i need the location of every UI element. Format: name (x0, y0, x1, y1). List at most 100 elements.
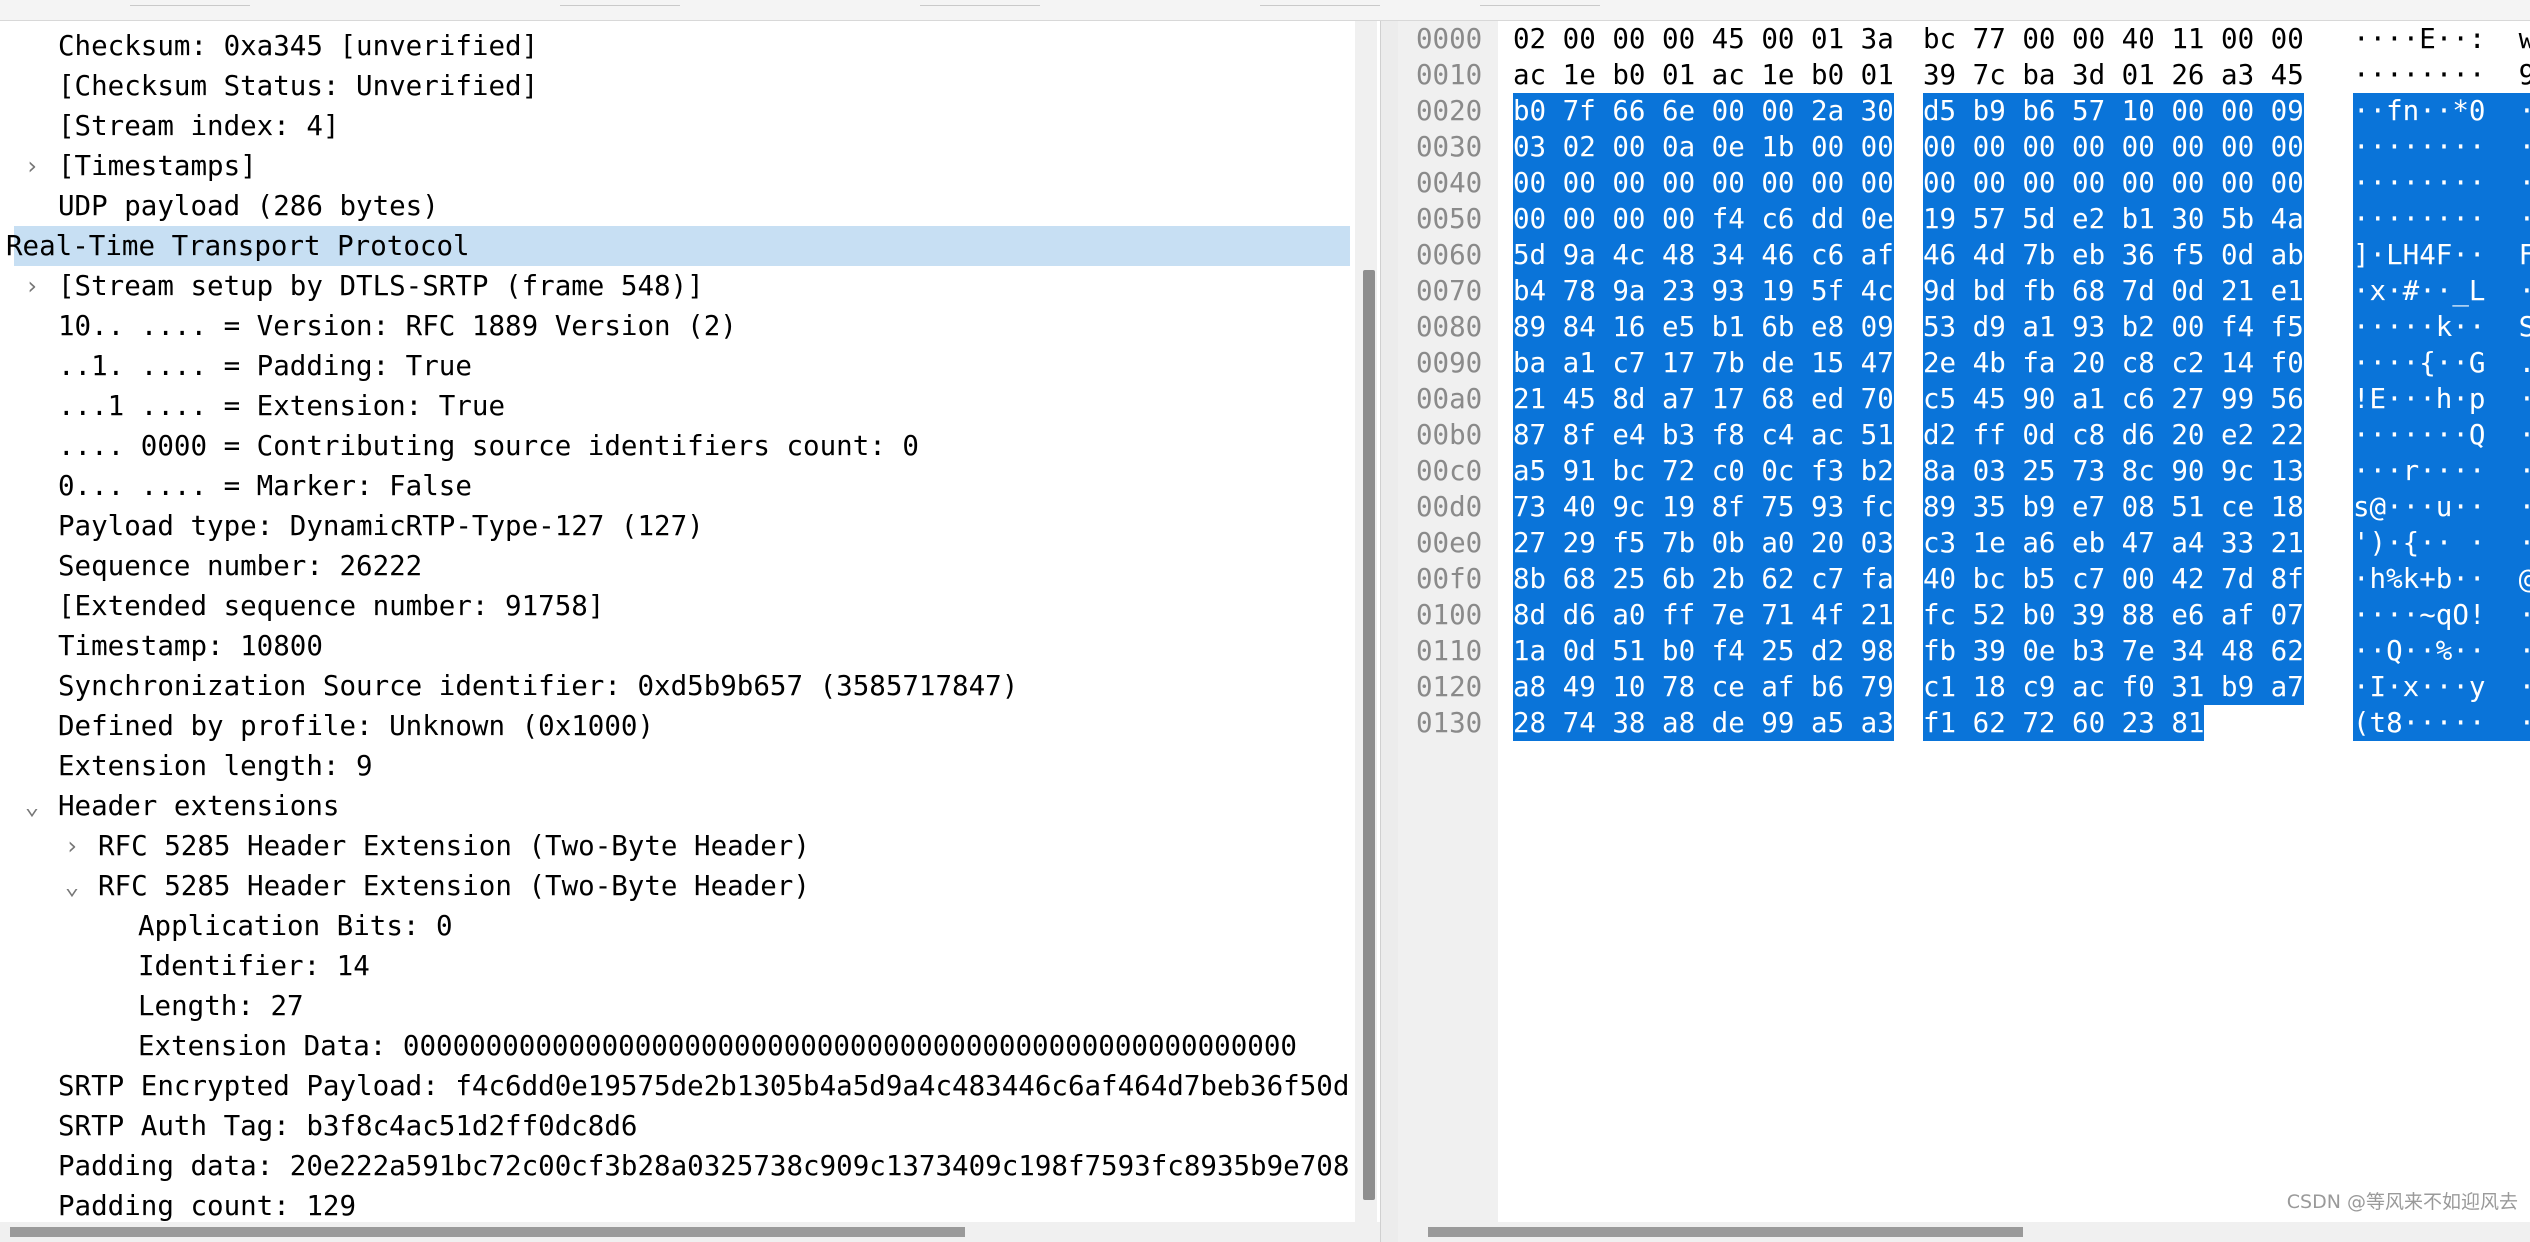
hex-bytes-second-half[interactable]: 89 35 b9 e7 08 51 ce 18 (1923, 489, 2304, 525)
hex-row[interactable]: 0040 00 00 00 00 00 00 00 00 00 00 00 00 0… (1398, 165, 2530, 201)
expand-arrow-icon[interactable]: › (22, 266, 42, 306)
hex-bytes-second-half[interactable]: d2 ff 0d c8 d6 20 e2 22 (1923, 417, 2304, 453)
hex-bytes-second-half[interactable]: 40 bc b5 c7 00 42 7d 8f (1923, 561, 2304, 597)
expand-arrow-icon[interactable]: › (62, 826, 82, 866)
hex-bytes-second-half[interactable]: 53 d9 a1 93 b2 00 f4 f5 (1923, 309, 2304, 345)
hex-row[interactable]: 0010 ac 1e b0 01 ac 1e b0 01 39 7c ba 3d 0… (1398, 57, 2530, 93)
hex-row[interactable]: 0110 1a 0d 51 b0 f4 25 d2 98 fb 39 0e b3 7… (1398, 633, 2530, 669)
ascii-dump[interactable]: ····E··: w (2353, 21, 2530, 57)
hex-bytes-second-half[interactable]: 00 00 00 00 00 00 00 00 (1923, 165, 2304, 201)
hex-bytes-second-half[interactable]: 46 4d 7b eb 36 f5 0d ab (1923, 237, 2304, 273)
hex-bytes-first-half[interactable]: 8b 68 25 6b 2b 62 c7 fa (1513, 561, 1894, 597)
hex-offset: 00e0 (1416, 527, 1483, 559)
hex-bytes-second-half[interactable]: 8a 03 25 73 8c 90 9c 13 (1923, 453, 2304, 489)
hex-bytes-second-half[interactable]: 9d bd fb 68 7d 0d 21 e1 (1923, 273, 2304, 309)
hex-offset: 0030 (1416, 131, 1483, 163)
hex-bytes-second-half[interactable]: c1 18 c9 ac f0 31 b9 a7 (1923, 669, 2304, 705)
packet-details-pane[interactable]: Checksum: 0xa345 [unverified] [Checksum S… (0, 21, 1350, 1222)
ascii-dump[interactable]: ········ ·· (2353, 129, 2530, 165)
hex-bytes-first-half[interactable]: 89 84 16 e5 b1 6b e8 09 (1513, 309, 1894, 345)
hex-bytes-first-half[interactable]: 8d d6 a0 ff 7e 71 4f 21 (1513, 597, 1894, 633)
ascii-dump[interactable]: ···r···· ·· (2353, 453, 2530, 489)
hex-bytes-second-half[interactable]: 00 00 00 00 00 00 00 00 (1923, 129, 2304, 165)
expand-arrow-icon[interactable]: › (22, 146, 42, 186)
hex-bytes-second-half[interactable]: f1 62 72 60 23 81 (1923, 705, 2205, 741)
hex-bytes-first-half[interactable]: a5 91 bc 72 c0 0c f3 b2 (1513, 453, 1894, 489)
details-hscroll-thumb[interactable] (10, 1227, 965, 1237)
hex-bytes-first-half[interactable]: 73 40 9c 19 8f 75 93 fc (1513, 489, 1894, 525)
pane-splitter[interactable] (1380, 21, 1400, 1242)
ascii-dump[interactable]: ··Q··%·· ·9 (2353, 633, 2530, 669)
hex-row[interactable]: 0050 00 00 00 00 f4 c6 dd 0e 19 57 5d e2 b… (1398, 201, 2530, 237)
hex-row[interactable]: 0030 03 02 00 0a 0e 1b 00 00 00 00 00 00 0… (1398, 129, 2530, 165)
hex-bytes-second-half[interactable]: 2e 4b fa 20 c8 c2 14 f0 (1923, 345, 2304, 381)
hex-bytes-first-half[interactable]: b4 78 9a 23 93 19 5f 4c (1513, 273, 1894, 309)
ascii-dump[interactable]: ]·LH4F·· FM (2353, 237, 2530, 273)
hex-offset: 00c0 (1416, 455, 1483, 487)
hex-bytes-second-half[interactable]: c3 1e a6 eb 47 a4 33 21 (1923, 525, 2304, 561)
hex-bytes-second-half[interactable]: 19 57 5d e2 b1 30 5b 4a (1923, 201, 2304, 237)
hex-row[interactable]: 0120 a8 49 10 78 ce af b6 79 c1 18 c9 ac f… (1398, 669, 2530, 705)
details-horizontal-scrollbar[interactable] (0, 1222, 1390, 1242)
hex-row[interactable]: 0070 b4 78 9a 23 93 19 5f 4c 9d bd fb 68 7… (1398, 273, 2530, 309)
hex-bytes-second-half[interactable]: fb 39 0e b3 7e 34 48 62 (1923, 633, 2304, 669)
hex-row[interactable]: 00b0 87 8f e4 b3 f8 c4 ac 51 d2 ff 0d c8 d… (1398, 417, 2530, 453)
hex-bytes-first-half[interactable]: a8 49 10 78 ce af b6 79 (1513, 669, 1894, 705)
ascii-dump[interactable]: ········ ·W (2353, 201, 2530, 237)
ascii-dump[interactable]: ·h%k+b·· @· (2353, 561, 2530, 597)
hex-bytes-first-half[interactable]: b0 7f 66 6e 00 00 2a 30 (1513, 93, 1894, 129)
bytes-hscroll-thumb[interactable] (1428, 1227, 2023, 1237)
hex-row[interactable]: 00c0 a5 91 bc 72 c0 0c f3 b2 8a 03 25 73 8… (1398, 453, 2530, 489)
hex-bytes-second-half[interactable]: 39 7c ba 3d 01 26 a3 45 (1923, 57, 2304, 93)
hex-bytes-first-half[interactable]: 03 02 00 0a 0e 1b 00 00 (1513, 129, 1894, 165)
ascii-dump[interactable]: s@···u·· ·5 (2353, 489, 2530, 525)
hex-bytes-second-half[interactable]: bc 77 00 00 40 11 00 00 (1923, 21, 2304, 57)
hex-bytes-second-half[interactable]: d5 b9 b6 57 10 00 00 09 (1923, 93, 2304, 129)
ascii-dump[interactable]: ··fn··*0 ·· (2353, 93, 2530, 129)
collapse-arrow-icon[interactable]: ⌄ (22, 786, 42, 826)
bytes-horizontal-scrollbar[interactable] (1398, 1222, 2530, 1242)
ascii-dump[interactable]: !E···h·p ·E (2353, 381, 2530, 417)
hex-row[interactable]: 0020 b0 7f 66 6e 00 00 2a 30 d5 b9 b6 57 1… (1398, 93, 2530, 129)
hex-bytes-first-half[interactable]: 28 74 38 a8 de 99 a5 a3 (1513, 705, 1894, 741)
hex-offset: 0050 (1416, 203, 1483, 235)
ascii-dump[interactable]: ····~qO! ·R (2353, 597, 2530, 633)
ascii-dump[interactable]: ·x·#··_L ·· (2353, 273, 2530, 309)
hex-row[interactable]: 00d0 73 40 9c 19 8f 75 93 fc 89 35 b9 e7 0… (1398, 489, 2530, 525)
hex-bytes-first-half[interactable]: 87 8f e4 b3 f8 c4 ac 51 (1513, 417, 1894, 453)
hex-row[interactable]: 00a0 21 45 8d a7 17 68 ed 70 c5 45 90 a1 c… (1398, 381, 2530, 417)
hex-bytes-second-half[interactable]: fc 52 b0 39 88 e6 af 07 (1923, 597, 2304, 633)
hex-row[interactable]: 0060 5d 9a 4c 48 34 46 c6 af 46 4d 7b eb 3… (1398, 237, 2530, 273)
hex-row[interactable]: 0130 28 74 38 a8 de 99 a5 a3 f1 62 72 60 2… (1398, 705, 2530, 741)
hex-row[interactable]: 0100 8d d6 a0 ff 7e 71 4f 21 fc 52 b0 39 8… (1398, 597, 2530, 633)
tree-row-selected[interactable]: Real-Time Transport Protocol (6, 226, 1350, 266)
hex-row[interactable]: 00e0 27 29 f5 7b 0b a0 20 03 c3 1e a6 eb 4… (1398, 525, 2530, 561)
hex-bytes-first-half[interactable]: 1a 0d 51 b0 f4 25 d2 98 (1513, 633, 1894, 669)
hex-row[interactable]: 0080 89 84 16 e5 b1 6b e8 09 53 d9 a1 93 b… (1398, 309, 2530, 345)
hex-bytes-first-half[interactable]: 21 45 8d a7 17 68 ed 70 (1513, 381, 1894, 417)
hex-bytes-second-half[interactable]: c5 45 90 a1 c6 27 99 56 (1923, 381, 2304, 417)
hex-bytes-first-half[interactable]: 00 00 00 00 00 00 00 00 (1513, 165, 1894, 201)
ascii-dump[interactable]: ')·{·· · ·· (2353, 525, 2530, 561)
ascii-dump[interactable]: ········ ·· (2353, 165, 2530, 201)
hex-bytes-first-half[interactable]: 27 29 f5 7b 0b a0 20 03 (1513, 525, 1894, 561)
details-scrollbar-thumb[interactable] (1363, 270, 1375, 1200)
ascii-dump[interactable]: ········ 9| (2353, 57, 2530, 93)
hex-row[interactable]: 00f0 8b 68 25 6b 2b 62 c7 fa 40 bc b5 c7 0… (1398, 561, 2530, 597)
hex-bytes-first-half[interactable]: 00 00 00 00 f4 c6 dd 0e (1513, 201, 1894, 237)
hex-offset: 0060 (1416, 239, 1483, 271)
collapse-arrow-icon[interactable]: ⌄ (62, 866, 82, 906)
hex-bytes-first-half[interactable]: ac 1e b0 01 ac 1e b0 01 (1513, 57, 1894, 93)
tree-row-label: [Checksum Status: Unverified] (58, 70, 539, 102)
hex-row[interactable]: 0090 ba a1 c7 17 7b de 15 47 2e 4b fa 20 c… (1398, 345, 2530, 381)
ascii-dump[interactable]: ·I·x···y ·· (2353, 669, 2530, 705)
hex-row[interactable]: 0000 02 00 00 00 45 00 01 3a bc 77 00 00 4… (1398, 21, 2530, 57)
ascii-dump[interactable]: ·······Q ·· (2353, 417, 2530, 453)
hex-bytes-first-half[interactable]: 5d 9a 4c 48 34 46 c6 af (1513, 237, 1894, 273)
hex-bytes-first-half[interactable]: 02 00 00 00 45 00 01 3a (1513, 21, 1894, 57)
ascii-dump[interactable]: (t8····· ·b (2353, 705, 2530, 741)
hex-bytes-first-half[interactable]: ba a1 c7 17 7b de 15 47 (1513, 345, 1894, 381)
ascii-dump[interactable]: ····{··G .K (2353, 345, 2530, 381)
ascii-dump[interactable]: ·····k·· S· (2353, 309, 2530, 345)
packet-bytes-pane[interactable]: 0000 02 00 00 00 45 00 01 3a bc 77 00 00 4… (1398, 21, 2530, 1222)
